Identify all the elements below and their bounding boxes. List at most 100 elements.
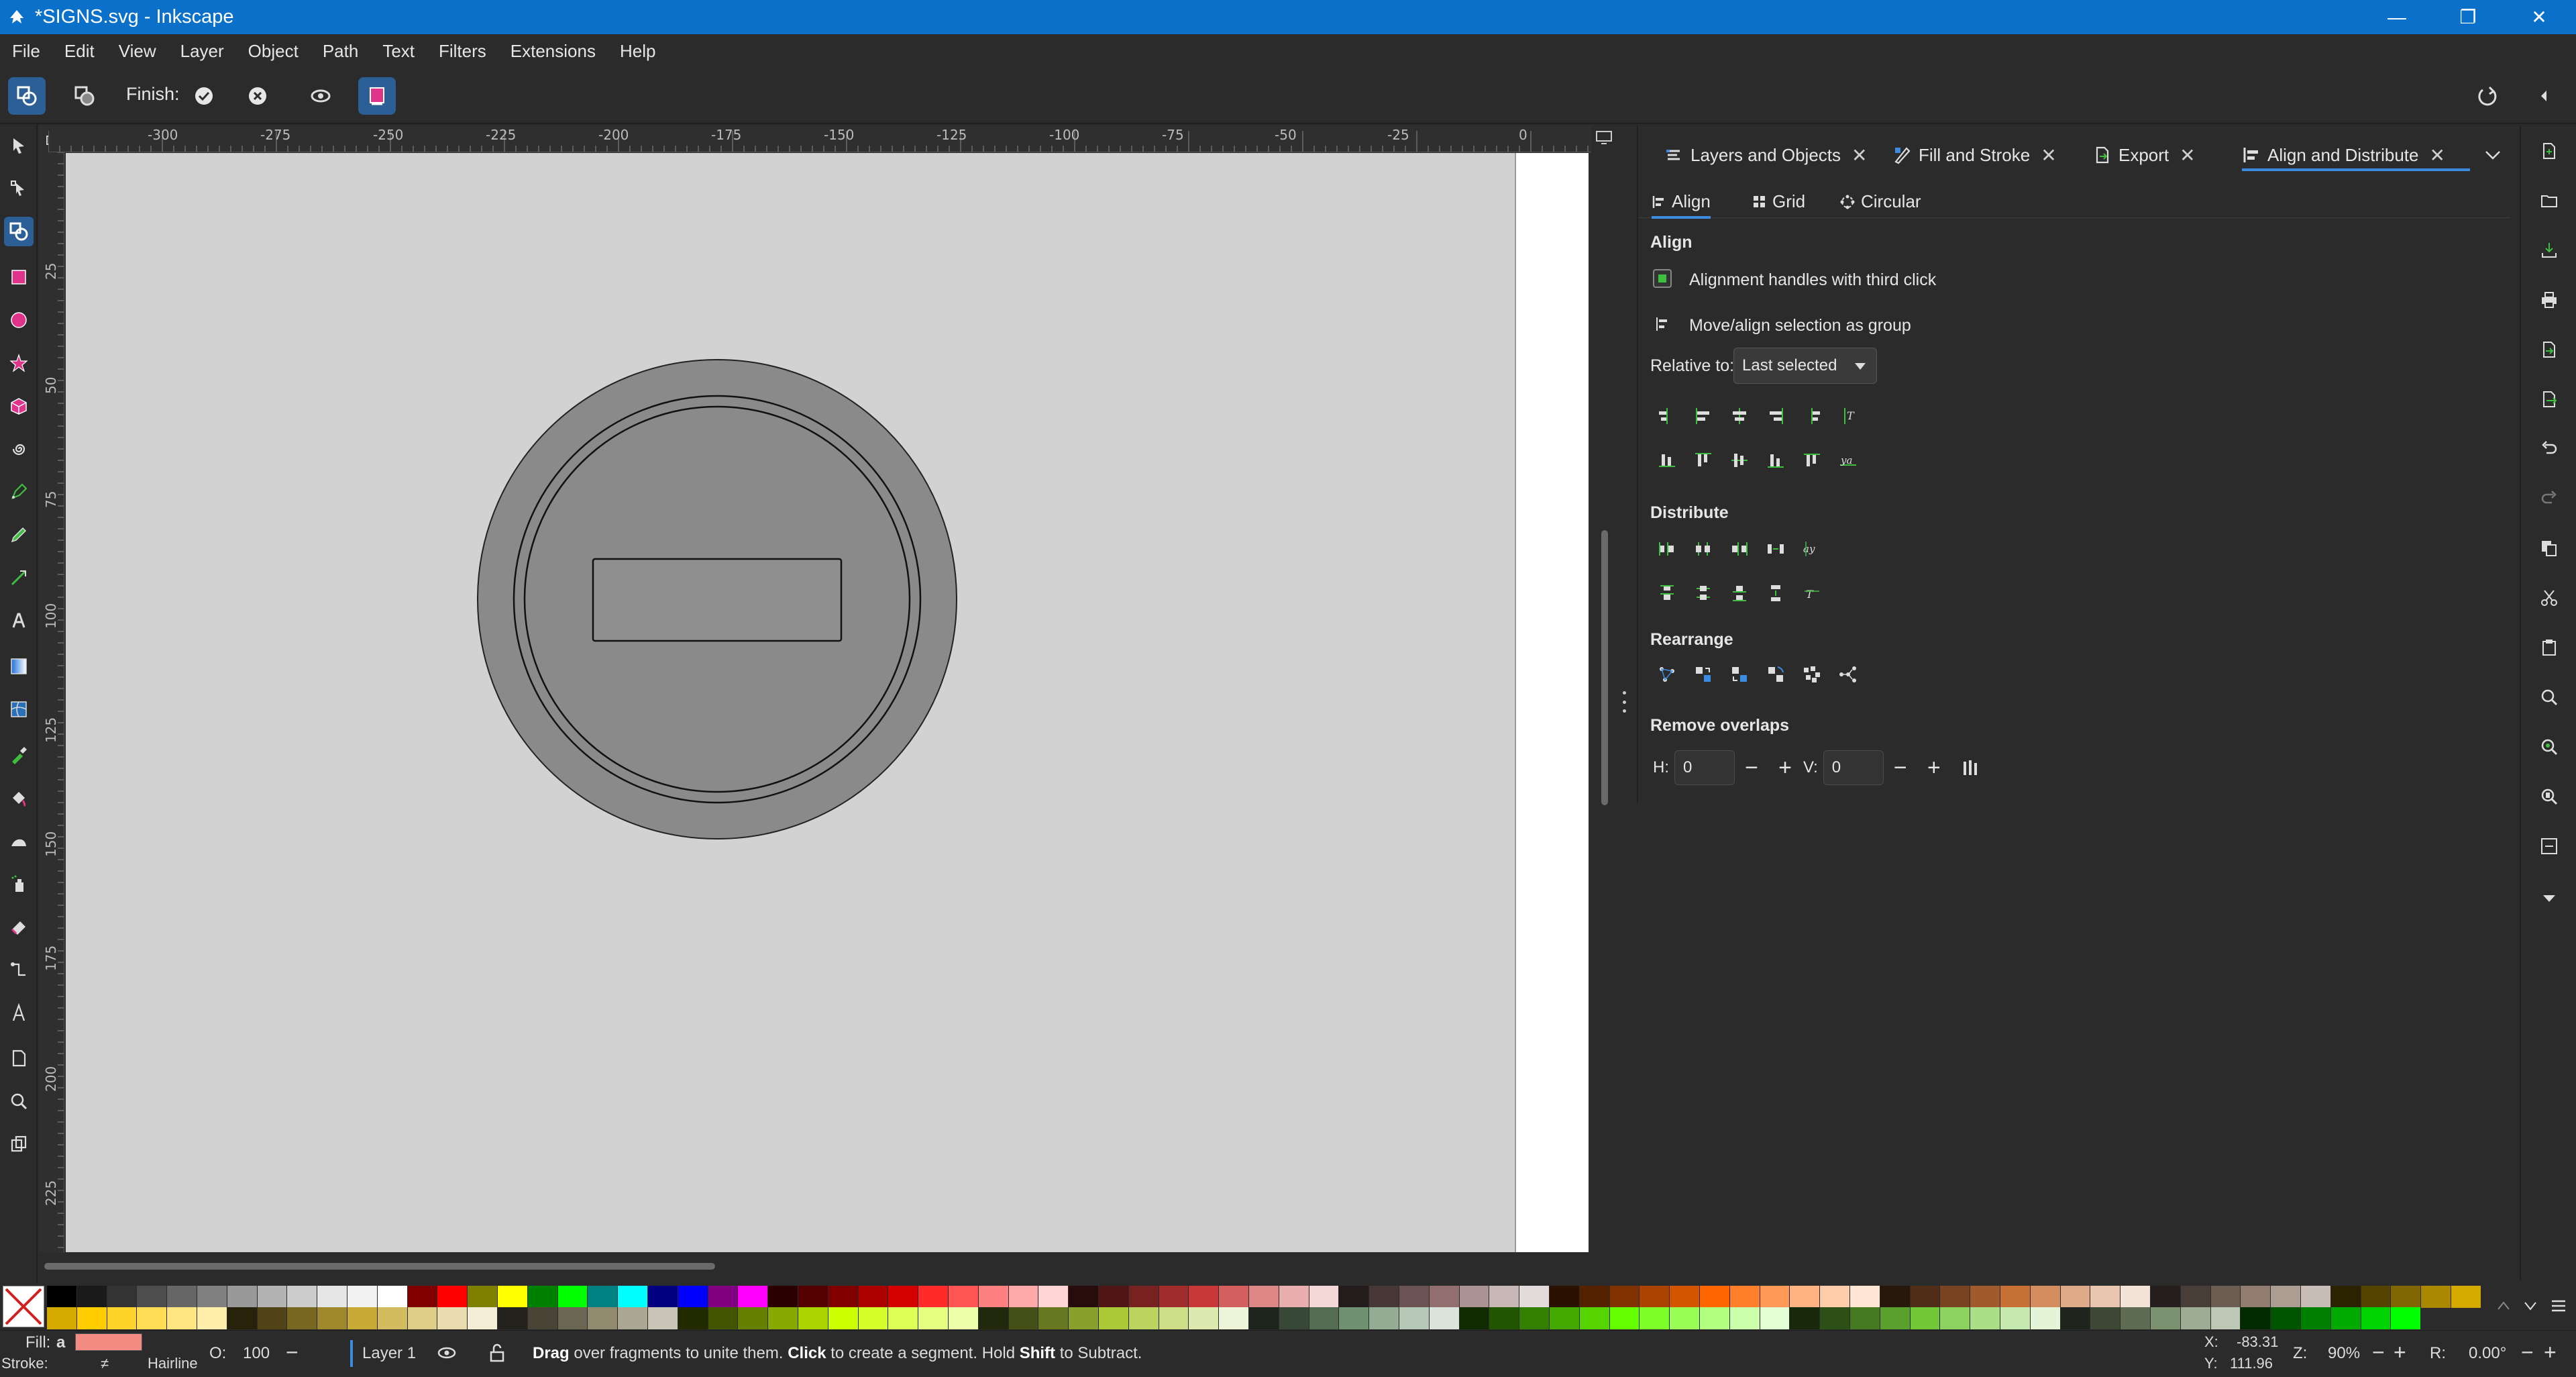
color-swatch[interactable]	[1159, 1307, 1189, 1329]
distribute-bottom-edges-button[interactable]	[1725, 579, 1754, 607]
close-tab-icon[interactable]: ✕	[2429, 144, 2445, 166]
star-tool[interactable]	[4, 348, 34, 378]
color-swatch[interactable]	[1399, 1307, 1429, 1329]
measure-tool[interactable]	[4, 998, 34, 1027]
color-swatch[interactable]	[1309, 1286, 1339, 1308]
color-swatch[interactable]	[227, 1307, 257, 1329]
color-swatch[interactable]	[2271, 1307, 2300, 1329]
distribute-centers-v-button[interactable]	[1689, 579, 1717, 607]
color-swatch[interactable]	[1550, 1307, 1579, 1329]
zoom-page-width-button[interactable]	[2534, 831, 2564, 861]
color-swatch[interactable]	[1850, 1307, 1880, 1329]
color-swatch[interactable]	[2451, 1286, 2481, 1308]
dock-resize-handle[interactable]	[1619, 691, 1629, 713]
color-swatch[interactable]	[678, 1286, 708, 1308]
more-commands-button[interactable]	[2534, 884, 2564, 913]
color-swatch[interactable]	[1579, 1307, 1609, 1329]
align-bottom-edges-button[interactable]	[1762, 446, 1790, 474]
highlight-mode-button[interactable]	[358, 77, 396, 115]
export-button[interactable]	[2534, 385, 2564, 414]
color-swatch[interactable]	[798, 1286, 828, 1308]
color-swatch[interactable]	[768, 1307, 798, 1329]
zoom-input[interactable]: 90%	[2328, 1344, 2360, 1363]
zoom-out-button[interactable]: −	[2372, 1340, 2385, 1365]
tab-align-and-distribute[interactable]: Align and Distribute ✕	[2242, 142, 2470, 171]
color-swatch[interactable]	[1940, 1286, 1970, 1308]
color-swatch[interactable]	[828, 1286, 858, 1308]
unclump-button[interactable]	[1834, 660, 1862, 688]
close-tab-icon[interactable]: ✕	[2041, 144, 2056, 166]
menu-file[interactable]: File	[0, 41, 52, 62]
overlap-v-input[interactable]: 0	[1823, 750, 1884, 785]
zoom-page-button[interactable]	[2534, 782, 2564, 811]
color-swatch[interactable]	[1489, 1307, 1519, 1329]
color-swatch[interactable]	[1880, 1307, 1910, 1329]
overlap-h-input[interactable]: 0	[1674, 750, 1735, 785]
cut-button[interactable]	[2534, 583, 2564, 613]
no-paint-swatch[interactable]	[3, 1286, 44, 1327]
color-swatch[interactable]	[1970, 1286, 2000, 1308]
color-swatch[interactable]	[317, 1286, 347, 1308]
color-swatch[interactable]	[1099, 1286, 1128, 1308]
color-swatch[interactable]	[918, 1286, 948, 1308]
paste-button[interactable]	[2534, 633, 2564, 662]
color-swatch[interactable]	[1609, 1286, 1640, 1308]
color-swatch[interactable]	[1579, 1286, 1609, 1308]
tabs-overflow-button[interactable]	[2483, 142, 2502, 168]
color-swatch[interactable]	[708, 1286, 738, 1308]
color-swatch[interactable]	[2000, 1307, 2030, 1329]
color-swatch[interactable]	[377, 1286, 407, 1308]
color-swatch[interactable]	[107, 1307, 137, 1329]
color-swatch[interactable]	[437, 1307, 468, 1329]
color-swatch[interactable]	[197, 1286, 227, 1308]
color-swatch[interactable]	[47, 1307, 76, 1329]
color-swatch[interactable]	[377, 1307, 407, 1329]
color-swatch[interactable]	[648, 1286, 678, 1308]
align-left-edges-button[interactable]	[1689, 402, 1717, 430]
snap-toggle-button[interactable]	[2469, 77, 2506, 115]
color-swatch[interactable]	[498, 1286, 527, 1308]
color-swatch[interactable]	[1640, 1307, 1670, 1329]
color-swatch[interactable]	[2060, 1307, 2090, 1329]
rectangle-slot-shape[interactable]	[592, 558, 843, 642]
color-swatch[interactable]	[1790, 1286, 1820, 1308]
connector-tool[interactable]	[4, 955, 34, 984]
color-swatch[interactable]	[347, 1286, 377, 1308]
color-swatch[interactable]	[407, 1307, 437, 1329]
distribute-top-edges-button[interactable]	[1653, 579, 1681, 607]
drawing-canvas[interactable]	[66, 153, 1589, 1252]
color-swatch[interactable]	[2391, 1286, 2421, 1308]
menu-help[interactable]: Help	[608, 41, 667, 62]
color-swatch[interactable]	[2391, 1307, 2421, 1329]
maximize-button[interactable]: ❐	[2432, 0, 2504, 34]
color-swatch[interactable]	[618, 1286, 647, 1308]
close-tab-icon[interactable]: ✕	[1851, 144, 1867, 166]
distribute-baselines-v-button[interactable]: T	[1798, 579, 1826, 607]
align-top-to-bottom-anchor-button[interactable]	[1798, 446, 1826, 474]
color-swatch[interactable]	[2330, 1307, 2361, 1329]
color-swatch[interactable]	[2421, 1286, 2451, 1308]
spray-tool[interactable]	[4, 869, 34, 899]
pages-tool[interactable]	[4, 1043, 34, 1073]
rotate-ccw-button[interactable]: −	[2521, 1340, 2534, 1365]
print-button[interactable]	[2534, 285, 2564, 315]
center-on-horizontal-axis-button[interactable]	[1725, 446, 1754, 474]
color-swatch[interactable]	[1760, 1307, 1790, 1329]
color-swatch[interactable]	[407, 1286, 437, 1308]
import-button[interactable]	[2534, 335, 2564, 364]
exchange-selection-order-button[interactable]	[1689, 660, 1717, 688]
tweak-tool[interactable]	[4, 826, 34, 856]
clone-tool[interactable]	[4, 1129, 34, 1159]
color-swatch[interactable]	[1910, 1286, 1940, 1308]
close-window-button[interactable]: ✕	[2504, 0, 2575, 34]
distribute-gaps-v-button[interactable]	[1762, 579, 1790, 607]
remove-overlaps-button[interactable]	[1956, 754, 1984, 782]
color-swatch[interactable]	[1099, 1307, 1128, 1329]
horizontal-scrollbar[interactable]	[40, 1258, 1597, 1272]
overlap-v-increment-button[interactable]: +	[1917, 755, 1951, 781]
color-swatch[interactable]	[2361, 1307, 2391, 1329]
color-swatch[interactable]	[738, 1286, 768, 1308]
node-tool[interactable]	[4, 174, 34, 203]
color-swatch[interactable]	[1008, 1307, 1038, 1329]
color-swatch[interactable]	[648, 1307, 678, 1329]
